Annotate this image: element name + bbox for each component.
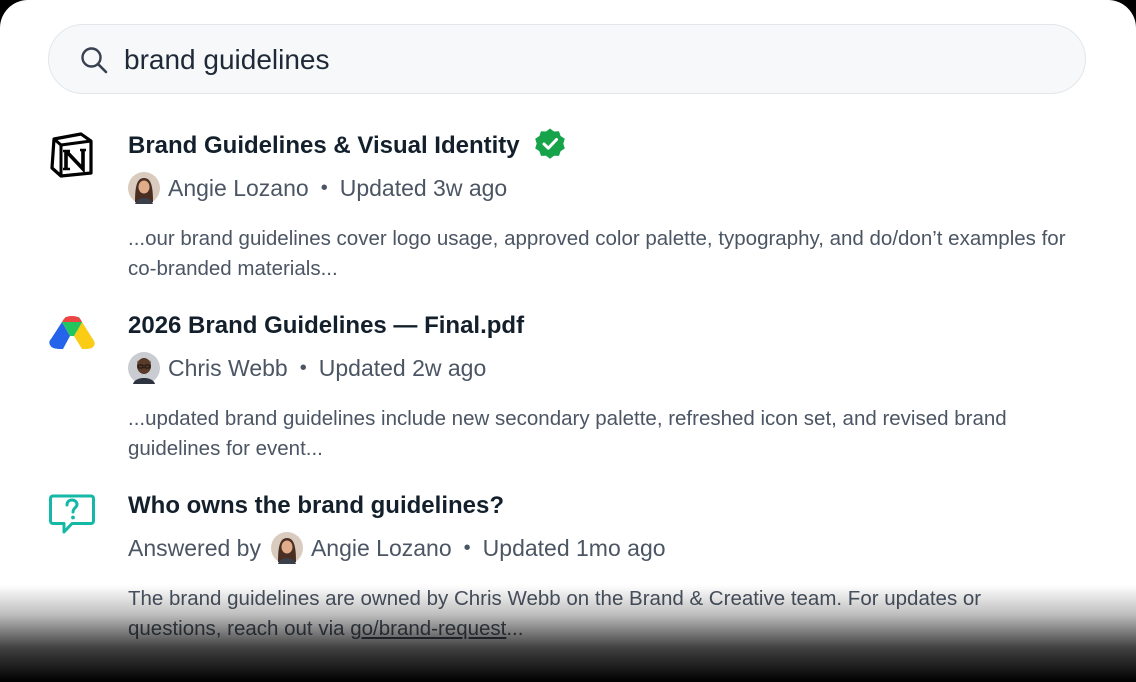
result-meta: Answered by Angie Lozano • Updated 1mo a…	[128, 532, 666, 564]
result-title[interactable]: 2026 Brand Guidelines — Final.pdf	[128, 312, 524, 340]
search-bar[interactable]	[48, 24, 1086, 94]
snippet-ellipsis: ...	[506, 617, 524, 640]
result-title[interactable]: Brand Guidelines & Visual Identity	[128, 132, 520, 160]
search-icon	[81, 47, 108, 74]
author-name[interactable]: Angie Lozano	[168, 175, 309, 202]
updated-time: Updated 2w ago	[318, 354, 487, 381]
result-meta: Chris Webb • Updated 2w ago	[128, 352, 486, 384]
result-snippet: ...our brand guidelines cover logo usage…	[128, 227, 1066, 280]
result-meta: Angie Lozano • Updated 3w ago	[128, 172, 507, 204]
avatar[interactable]	[128, 172, 160, 204]
google-drive-icon	[49, 316, 95, 349]
brand-request-link[interactable]: go/brand-request	[350, 617, 506, 640]
search-results-window: Brand Guidelines & Visual Identity Angie…	[0, 0, 1136, 682]
answered-by-label: Answered by	[128, 534, 261, 561]
search-result[interactable]: Who owns the brand guidelines? Answered …	[0, 484, 1136, 644]
author-name[interactable]: Angie Lozano	[311, 535, 452, 562]
search-result[interactable]: 2026 Brand Guidelines — Final.pdf Chris …	[0, 304, 1136, 464]
question-bubble-icon	[49, 494, 95, 534]
updated-time: Updated 3w ago	[339, 174, 508, 201]
avatar[interactable]	[128, 352, 160, 384]
updated-time: Updated 1mo ago	[482, 534, 666, 561]
search-input[interactable]	[124, 39, 1024, 81]
result-snippet: The brand guidelines are owned by Chris …	[128, 584, 1078, 644]
separator-dot: •	[299, 356, 307, 379]
result-snippet: ...updated brand guidelines include new …	[128, 407, 1007, 460]
separator-dot: •	[463, 536, 471, 559]
author-name[interactable]: Chris Webb	[168, 355, 288, 382]
verified-badge-icon	[535, 128, 565, 159]
notion-icon	[50, 132, 93, 178]
separator-dot: •	[320, 176, 328, 199]
avatar[interactable]	[270, 532, 303, 564]
result-title[interactable]: Who owns the brand guidelines?	[128, 492, 504, 520]
snippet-text: The brand guidelines are owned by Chris …	[128, 587, 982, 640]
search-result[interactable]: Brand Guidelines & Visual Identity Angie…	[0, 124, 1136, 284]
